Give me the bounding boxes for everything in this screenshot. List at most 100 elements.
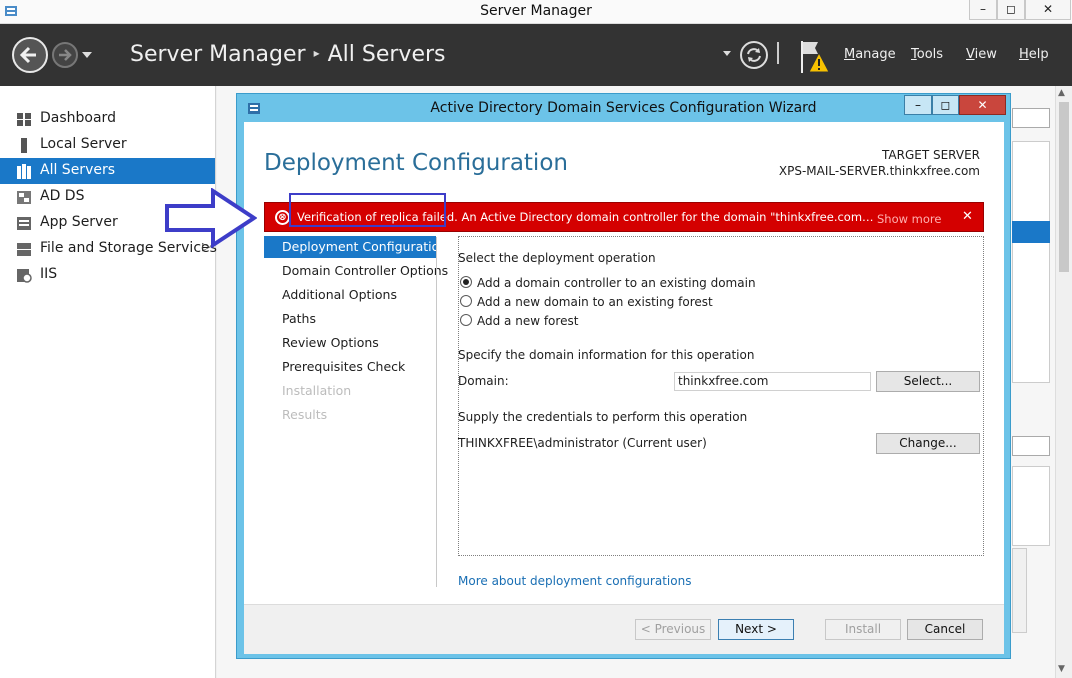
wizard-footer: < Previous Next > Install Cancel: [244, 605, 1004, 654]
menu-manage-accel: M: [844, 47, 856, 62]
menu-view-accel: V: [966, 47, 975, 62]
domain-info-label: Specify the domain information for this …: [458, 348, 755, 362]
notifications-flag-icon[interactable]: [798, 39, 832, 75]
maximize-button[interactable]: ◻: [997, 0, 1025, 20]
step-label: Prerequisites Check: [282, 359, 406, 374]
menu-help-rest: elp: [1028, 47, 1049, 62]
change-button[interactable]: Change...: [876, 433, 980, 454]
radio-add-dc[interactable]: [460, 276, 472, 288]
wizard-close-button[interactable]: ✕: [959, 95, 1006, 115]
install-button[interactable]: Install: [825, 619, 901, 640]
menu-tools[interactable]: Tools: [911, 47, 943, 62]
steps-divider: [436, 237, 437, 587]
target-server-label: TARGET SERVER: [882, 148, 980, 162]
breadcrumb-separator: ▸: [313, 46, 320, 60]
error-icon: ⊗: [275, 210, 290, 225]
operation-label: Select the deployment operation: [458, 251, 656, 265]
step-label: Domain Controller Options: [282, 263, 449, 278]
radio-add-domain[interactable]: [460, 295, 472, 307]
more-about-link[interactable]: More about deployment configurations: [458, 574, 691, 588]
previous-button[interactable]: < Previous: [635, 619, 711, 640]
menu-view[interactable]: View: [966, 47, 997, 62]
page-title: Deployment Configuration: [264, 150, 568, 176]
back-arrow-icon: [19, 46, 36, 64]
breadcrumb-root[interactable]: Server Manager: [130, 42, 306, 67]
server-manager-header: Server Manager ▸ All Servers Manage Tools …: [0, 24, 1072, 86]
wizard-maximize-button[interactable]: ◻: [932, 95, 959, 115]
back-button[interactable]: [12, 37, 48, 73]
step-deployment-configuration[interactable]: Deployment Configuration: [264, 236, 447, 258]
bg-panel-2: [1012, 466, 1050, 546]
sidebar: Dashboard Local Server All Servers AD DS…: [0, 86, 217, 678]
annotation-arrow-icon: [165, 188, 257, 248]
step-label: Paths: [282, 311, 316, 326]
step-additional-options[interactable]: Additional Options: [264, 284, 436, 306]
step-label: Results: [282, 407, 328, 422]
credentials-value: THINKXFREE\administrator (Current user): [458, 436, 707, 450]
radio-add-forest-label[interactable]: Add a new forest: [477, 314, 578, 328]
scroll-thumb[interactable]: [1059, 102, 1069, 272]
dashboard-icon: [17, 113, 31, 126]
sidebar-item-label: App Server: [40, 214, 118, 230]
domain-input[interactable]: thinkxfree.com: [674, 372, 871, 391]
scroll-up-icon[interactable]: ▲: [1058, 88, 1065, 98]
forward-button[interactable]: [52, 42, 78, 68]
target-server-name: XPS-MAIL-SERVER.thinkxfree.com: [778, 164, 980, 178]
step-label: Deployment Configuration: [282, 239, 448, 254]
sidebar-item-label: AD DS: [40, 188, 85, 204]
menu-tools-rest: ools: [916, 47, 944, 62]
step-label: Installation: [282, 383, 352, 398]
servers-icon: [17, 164, 31, 179]
forward-arrow-icon: [59, 49, 72, 61]
wizard-title-bar: Active Directory Domain Services Configu…: [237, 94, 1010, 122]
sidebar-item-label: IIS: [40, 266, 58, 282]
close-button[interactable]: ✕: [1025, 0, 1071, 20]
step-results: Results: [264, 404, 436, 426]
step-review-options[interactable]: Review Options: [264, 332, 436, 354]
sidebar-item-iis[interactable]: IIS: [0, 262, 215, 288]
bg-dropdown-2: [1012, 436, 1050, 456]
iis-icon: [17, 269, 32, 283]
menu-help-accel: H: [1019, 47, 1029, 62]
sidebar-item-local-server[interactable]: Local Server: [0, 132, 215, 158]
sidebar-item-all-servers[interactable]: All Servers: [0, 158, 215, 184]
storage-icon: [17, 243, 31, 256]
app-server-icon: [17, 217, 31, 230]
credentials-label: Supply the credentials to perform this o…: [458, 410, 748, 424]
radio-add-forest[interactable]: [460, 314, 472, 326]
wizard-minimize-button[interactable]: –: [904, 95, 932, 115]
main-scrollbar[interactable]: ▲ ▼: [1055, 86, 1072, 678]
sidebar-item-label: All Servers: [40, 162, 116, 178]
os-title-bar: Server Manager – ◻ ✕: [0, 0, 1072, 24]
menu-manage-rest: anage: [855, 47, 896, 62]
bg-panel-1: [1012, 141, 1050, 383]
step-prerequisites-check[interactable]: Prerequisites Check: [264, 356, 436, 378]
minimize-button[interactable]: –: [969, 0, 997, 20]
step-label: Review Options: [282, 335, 379, 350]
history-dropdown-icon[interactable]: [82, 52, 92, 60]
os-window-title: Server Manager: [480, 3, 592, 19]
step-installation: Installation: [264, 380, 436, 402]
radio-add-dc-label[interactable]: Add a domain controller to an existing d…: [477, 276, 756, 290]
error-close-icon[interactable]: ✕: [962, 209, 973, 224]
header-divider: [777, 42, 779, 64]
sidebar-item-label: Local Server: [40, 136, 127, 152]
sidebar-item-dashboard[interactable]: Dashboard: [0, 106, 215, 132]
adds-config-wizard: Active Directory Domain Services Configu…: [236, 93, 1011, 659]
scroll-down-icon[interactable]: ▼: [1058, 664, 1065, 674]
step-paths[interactable]: Paths: [264, 308, 436, 330]
show-more-link[interactable]: Show more: [877, 212, 941, 226]
refresh-dropdown-icon[interactable]: [723, 51, 731, 57]
radio-add-domain-label[interactable]: Add a new domain to an existing forest: [477, 295, 713, 309]
menu-help[interactable]: Help: [1019, 47, 1049, 62]
refresh-icon[interactable]: [739, 40, 769, 70]
next-button[interactable]: Next >: [718, 619, 794, 640]
menu-manage[interactable]: Manage: [844, 47, 896, 62]
server-icon: [21, 138, 27, 153]
cancel-button[interactable]: Cancel: [907, 619, 983, 640]
wizard-title: Active Directory Domain Services Configu…: [430, 100, 817, 116]
bg-scrollbar[interactable]: [1012, 548, 1027, 633]
breadcrumb-current: All Servers: [327, 42, 446, 67]
step-domain-controller-options[interactable]: Domain Controller Options: [264, 260, 448, 282]
select-button[interactable]: Select...: [876, 371, 980, 392]
